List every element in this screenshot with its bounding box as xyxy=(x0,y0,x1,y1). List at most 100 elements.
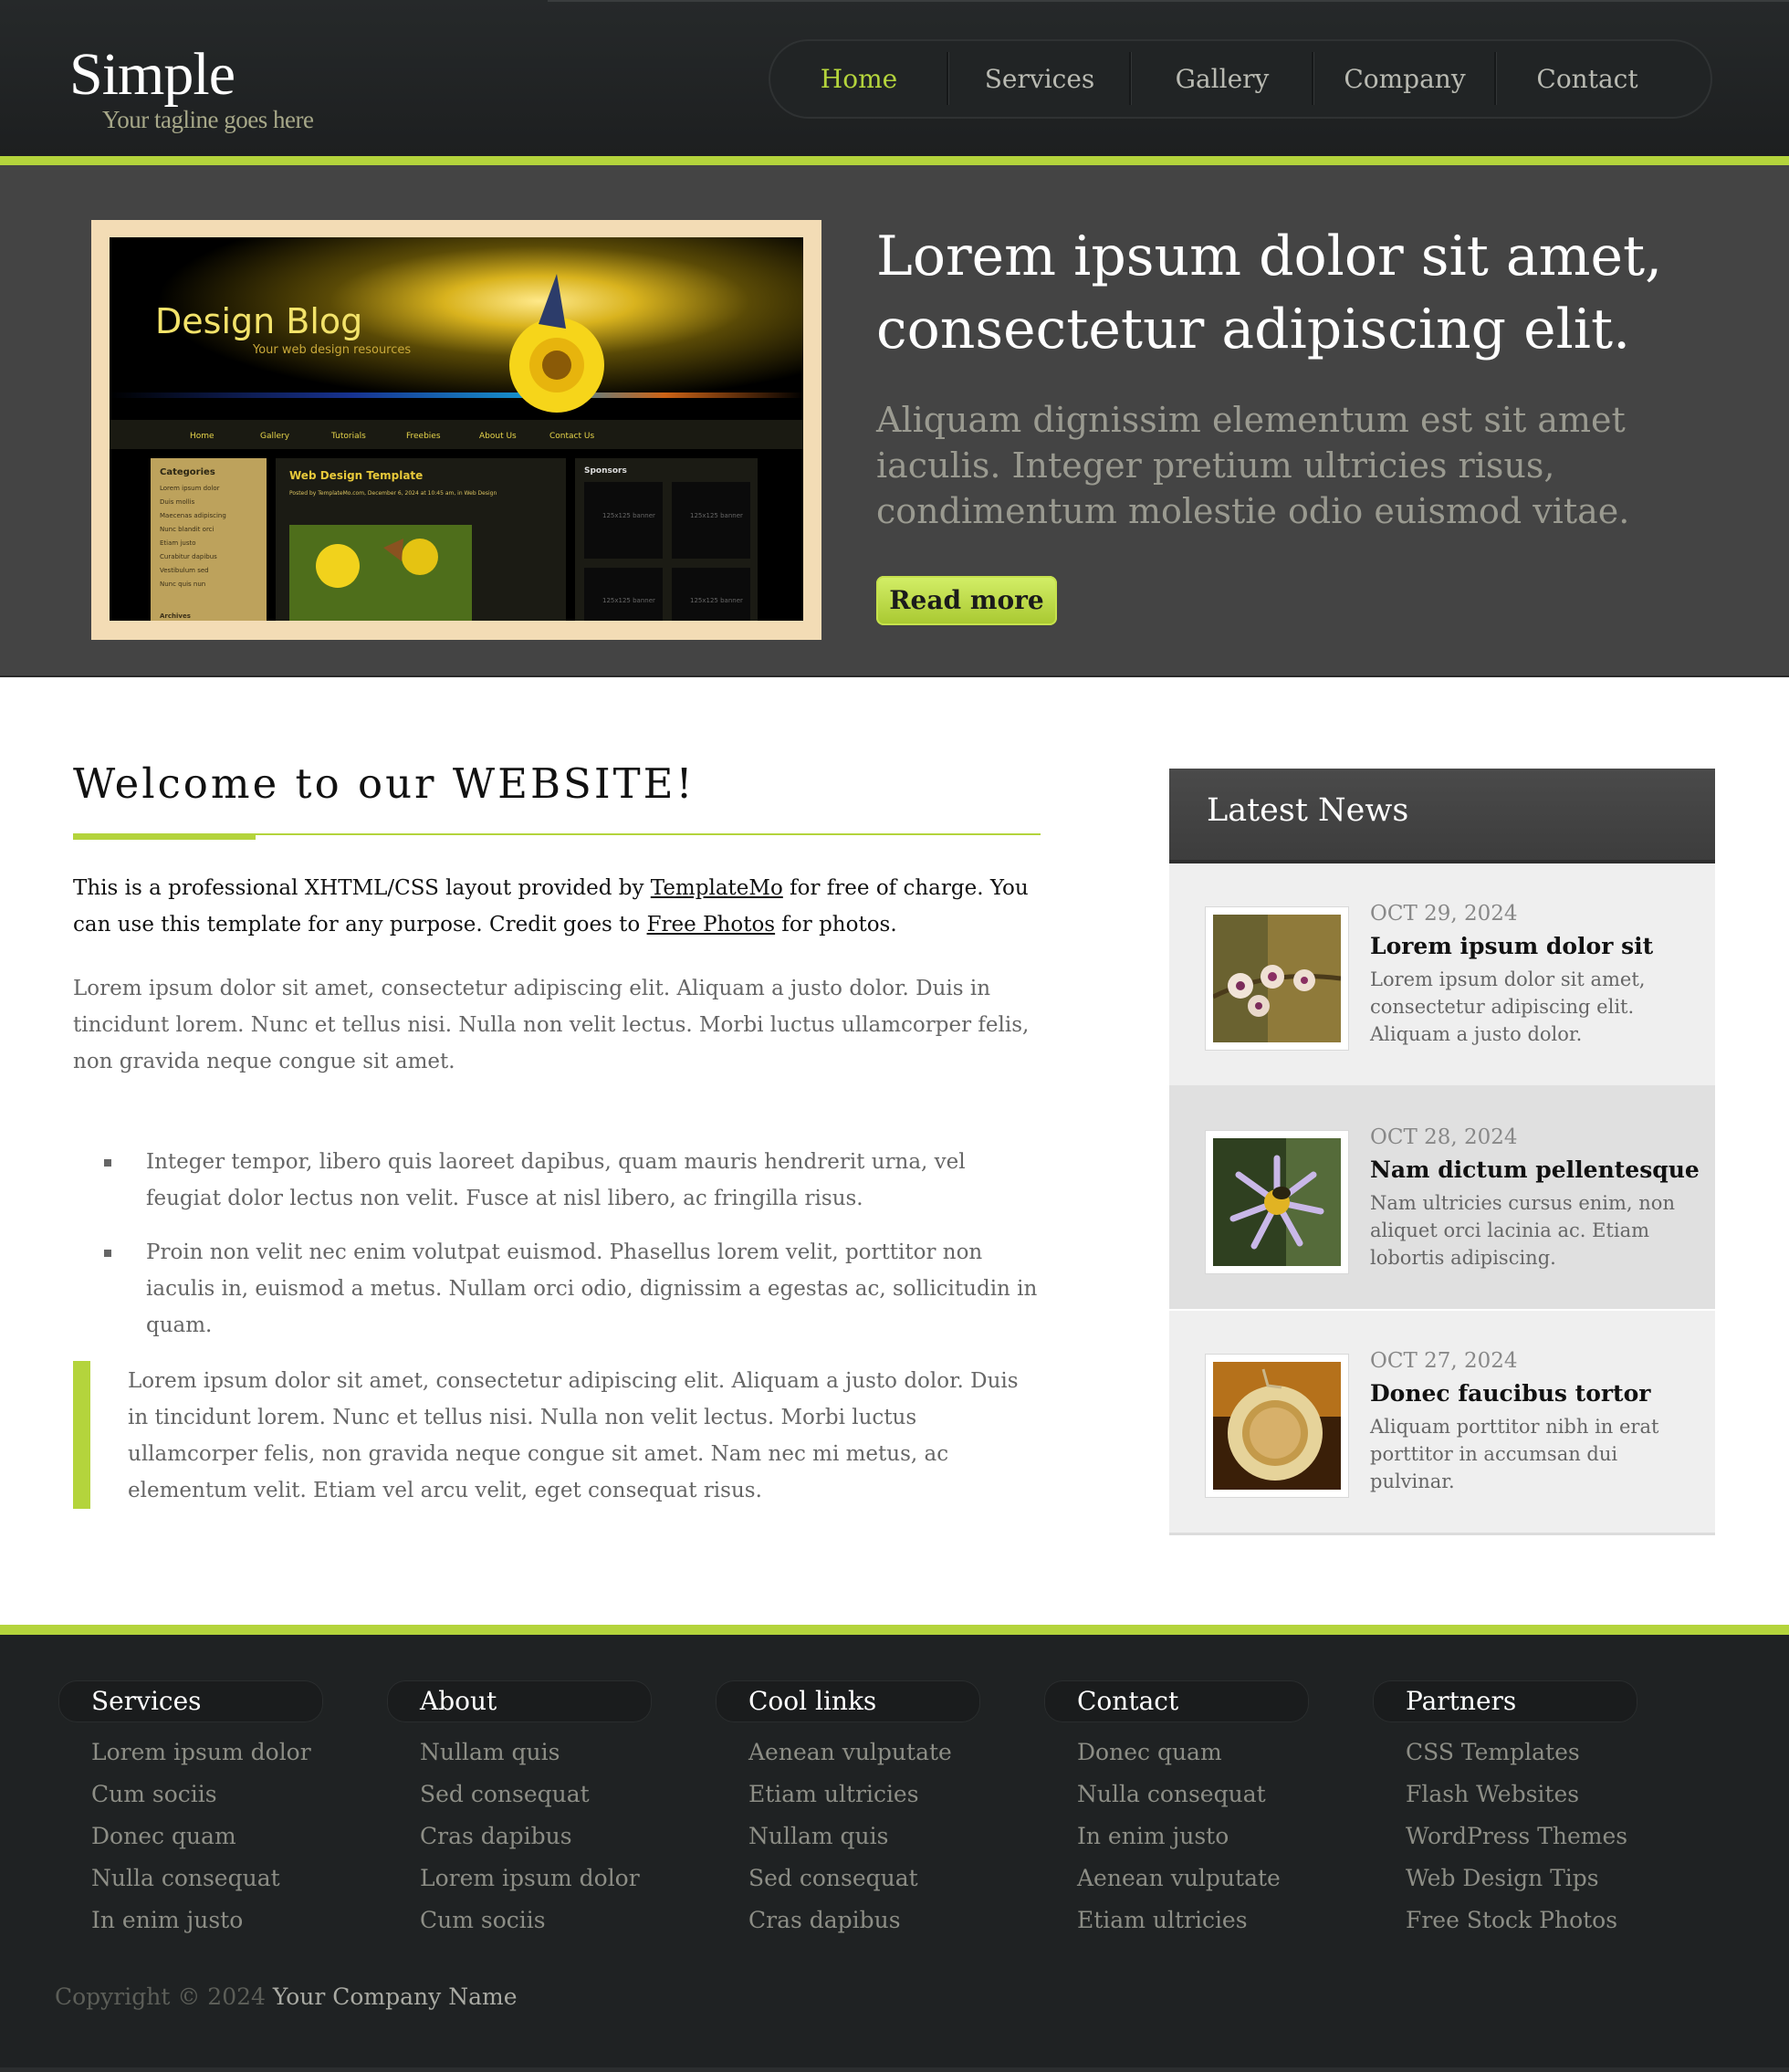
free-photos-link[interactable]: Free Photos xyxy=(647,913,776,937)
news-title-link[interactable]: Nam dictum pellentesque xyxy=(1370,1156,1708,1183)
news-thumbnail[interactable] xyxy=(1205,906,1349,1051)
svg-text:Freebies: Freebies xyxy=(406,432,441,441)
welcome-heading: Welcome to our WEBSITE! xyxy=(73,759,696,808)
svg-text:Vestibulum sed: Vestibulum sed xyxy=(160,567,209,574)
news-item[interactable]: OCT 28, 2024 Nam dictum pellentesque Nam… xyxy=(1169,1087,1715,1309)
nav-item-company[interactable]: Company xyxy=(1313,39,1496,119)
bullet-square-icon xyxy=(104,1159,111,1167)
body-paragraph: Lorem ipsum dolor sit amet, consectetur … xyxy=(73,977,1030,1073)
svg-text:125x125 banner: 125x125 banner xyxy=(690,597,743,604)
company-name[interactable]: Your Company Name xyxy=(273,1983,518,2010)
footer-link[interactable]: Aenean vulputate xyxy=(1077,1857,1281,1899)
list-item: Proin non velit nec enim volutpat euismo… xyxy=(73,1234,1041,1344)
logo-title[interactable]: Simple xyxy=(69,40,235,110)
svg-text:Tutorials: Tutorials xyxy=(330,432,366,441)
footer-link[interactable]: CSS Templates xyxy=(1406,1732,1627,1774)
news-title-link[interactable]: Donec faucibus tortor xyxy=(1370,1380,1708,1407)
news-date: OCT 28, 2024 xyxy=(1370,1125,1518,1149)
footer-heading: About xyxy=(387,1680,652,1722)
footer-link[interactable]: Cras dapibus xyxy=(420,1816,640,1857)
footer-link[interactable]: Free Stock Photos xyxy=(1406,1899,1627,1941)
news-item[interactable]: OCT 27, 2024 Donec faucibus tortor Aliqu… xyxy=(1169,1311,1715,1535)
svg-text:Categories: Categories xyxy=(160,467,215,477)
footer-link[interactable]: WordPress Themes xyxy=(1406,1816,1627,1857)
footer-link[interactable]: Etiam ultricies xyxy=(748,1774,952,1816)
hero-title: Lorem ipsum dolor sit amet, consectetur … xyxy=(876,225,1663,361)
hero-section: Design Blog Your web design resources Ho… xyxy=(0,165,1789,675)
news-date: OCT 29, 2024 xyxy=(1370,902,1518,926)
coffee-cup-photo-icon xyxy=(1213,1362,1341,1490)
footer-heading: Services xyxy=(58,1680,323,1722)
footer-link[interactable]: Lorem ipsum dolor xyxy=(91,1732,311,1774)
svg-text:Web Design Template: Web Design Template xyxy=(289,469,423,482)
svg-text:125x125 banner: 125x125 banner xyxy=(602,597,655,604)
hero-image-frame: Design Blog Your web design resources Ho… xyxy=(91,220,821,640)
svg-text:125x125 banner: 125x125 banner xyxy=(602,512,655,519)
footer-link[interactable]: Cum sociis xyxy=(420,1899,640,1941)
aster-bee-photo-icon xyxy=(1213,1138,1341,1266)
footer-link[interactable]: Etiam ultricies xyxy=(1077,1899,1281,1941)
footer-link[interactable]: In enim justo xyxy=(1077,1816,1281,1857)
footer-link[interactable]: Nulla consequat xyxy=(91,1857,311,1899)
nav-item-home[interactable]: Home xyxy=(769,39,949,119)
footer-link[interactable]: Nulla consequat xyxy=(1077,1774,1281,1816)
footer-bottom-line xyxy=(0,2067,1789,2072)
bullet-square-icon xyxy=(104,1250,111,1257)
svg-text:125x125 banner: 125x125 banner xyxy=(690,512,743,519)
footer-link[interactable]: Donec quam xyxy=(1077,1732,1281,1774)
blockquote: Lorem ipsum dolor sit amet, consectetur … xyxy=(128,1369,1019,1502)
news-description: Aliquam porttitor nibh in erat porttitor… xyxy=(1370,1416,1659,1492)
svg-text:Nunc quis nun: Nunc quis nun xyxy=(160,581,205,588)
footer-link[interactable]: Lorem ipsum dolor xyxy=(420,1857,640,1899)
footer-heading: Contact xyxy=(1044,1680,1309,1722)
news-title-link[interactable]: Lorem ipsum dolor sit xyxy=(1370,933,1708,959)
footer-link[interactable]: Flash Websites xyxy=(1406,1774,1627,1816)
nav-item-services[interactable]: Services xyxy=(948,39,1131,119)
news-header: Latest News xyxy=(1169,769,1715,863)
footer-link[interactable]: Web Design Tips xyxy=(1406,1857,1627,1899)
news-thumbnail[interactable] xyxy=(1205,1354,1349,1498)
news-description: Lorem ipsum dolor sit amet, consectetur … xyxy=(1370,968,1646,1045)
hero-template-screenshot[interactable]: Design Blog Your web design resources Ho… xyxy=(110,237,803,621)
footer-link[interactable]: Aenean vulputate xyxy=(748,1732,952,1774)
footer-link[interactable]: Nullam quis xyxy=(748,1816,952,1857)
svg-text:Duis mollis: Duis mollis xyxy=(160,498,195,506)
svg-text:Home: Home xyxy=(190,432,214,441)
news-item[interactable]: OCT 29, 2024 Lorem ipsum dolor sit Lorem… xyxy=(1169,863,1715,1087)
svg-text:Sponsors: Sponsors xyxy=(584,466,627,476)
footer-link[interactable]: Nullam quis xyxy=(420,1732,640,1774)
footer-heading: Partners xyxy=(1373,1680,1637,1722)
svg-text:Nunc blandit orci: Nunc blandit orci xyxy=(160,526,214,533)
copyright: Copyright © 2024 Your Company Name xyxy=(55,1983,518,2010)
news-description: Nam ultricies cursus enim, non aliquet o… xyxy=(1370,1192,1675,1269)
footer-link[interactable]: Donec quam xyxy=(91,1816,311,1857)
hero-text: Aliquam dignissim elementum est sit amet… xyxy=(876,400,1630,531)
news-thumbnail[interactable] xyxy=(1205,1130,1349,1274)
svg-text:Lorem ipsum dolor: Lorem ipsum dolor xyxy=(160,485,220,492)
bullet-list: Integer tempor, libero quis laoreet dapi… xyxy=(73,1144,1041,1361)
svg-text:Archives: Archives xyxy=(160,612,191,620)
svg-text:Gallery: Gallery xyxy=(260,432,290,441)
templatemo-link[interactable]: TemplateMo xyxy=(651,876,783,900)
orchid-photo-icon xyxy=(1213,915,1341,1042)
heading-underline-accent xyxy=(73,833,256,840)
footer-heading: Cool links xyxy=(716,1680,980,1722)
list-item: Integer tempor, libero quis laoreet dapi… xyxy=(73,1144,1041,1217)
main-nav: Home Services Gallery Company Contact xyxy=(769,39,1712,119)
site-header: Simple Your tagline goes here Home Servi… xyxy=(0,0,1789,156)
nav-item-contact[interactable]: Contact xyxy=(1496,39,1679,119)
footer-link[interactable]: Cum sociis xyxy=(91,1774,311,1816)
footer-link[interactable]: Sed consequat xyxy=(748,1857,952,1899)
footer-accent-bar xyxy=(0,1625,1789,1635)
read-more-button[interactable]: Read more xyxy=(876,576,1057,625)
news-title: Latest News xyxy=(1207,792,1409,829)
nav-item-gallery[interactable]: Gallery xyxy=(1131,39,1313,119)
footer-link[interactable]: In enim justo xyxy=(91,1899,311,1941)
header-top-line xyxy=(548,0,1789,2)
logo-tagline: Your tagline goes here xyxy=(102,106,314,133)
hero-divider xyxy=(0,675,1789,677)
footer-link[interactable]: Cras dapibus xyxy=(748,1899,952,1941)
footer-link[interactable]: Sed consequat xyxy=(420,1774,640,1816)
svg-text:Design Blog: Design Blog xyxy=(155,301,362,341)
accent-bar xyxy=(0,156,1789,165)
